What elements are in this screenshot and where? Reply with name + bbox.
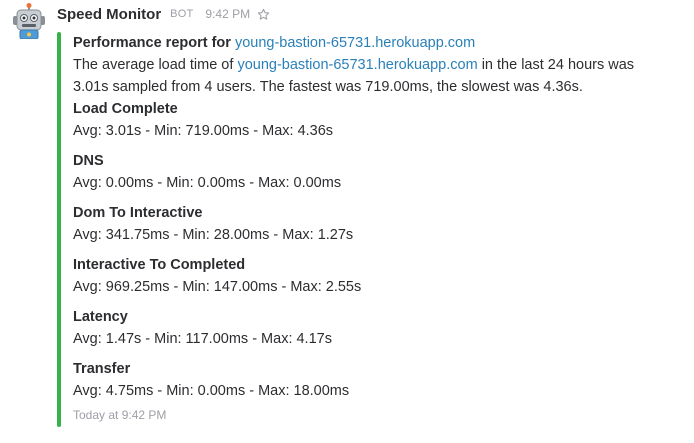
message-timestamp[interactable]: 9:42 PM xyxy=(205,7,250,21)
metric-value: Avg: 3.01s - Min: 719.00ms - Max: 4.36s xyxy=(73,123,334,139)
metric-dns: DNS Avg: 0.00ms - Min: 0.00ms - Max: 0.0… xyxy=(73,150,653,194)
attachment-footer-timestamp: Today at 9:42 PM xyxy=(73,408,167,422)
metric-name: Transfer xyxy=(73,361,131,377)
metric-value: Avg: 4.75ms - Min: 0.00ms - Max: 18.00ms xyxy=(73,383,350,399)
metric-name: Dom To Interactive xyxy=(73,205,203,221)
metric-interactive-to-completed: Interactive To Completed Avg: 969.25ms -… xyxy=(73,254,653,298)
bot-avatar[interactable] xyxy=(12,3,46,40)
metric-value: Avg: 969.25ms - Min: 147.00ms - Max: 2.5… xyxy=(73,279,362,295)
metric-value: Avg: 341.75ms - Min: 28.00ms - Max: 1.27… xyxy=(73,227,354,243)
bot-tag: BOT xyxy=(170,8,194,20)
metric-name: DNS xyxy=(73,153,104,169)
sender-name[interactable]: Speed Monitor xyxy=(57,6,161,23)
summary-prefix: The average load time of xyxy=(73,57,234,73)
attachment-content: Performance report for young-bastion-657… xyxy=(73,32,653,424)
metric-latency: Latency Avg: 1.47s - Min: 117.00ms - Max… xyxy=(73,306,653,350)
report-attachment: Performance report for young-bastion-657… xyxy=(57,32,657,427)
attachment-color-bar xyxy=(57,32,61,427)
message-header: Speed Monitor BOT 9:42 PM xyxy=(57,4,270,24)
report-title-prefix: Performance report for xyxy=(73,35,231,51)
report-summary: The average load time of young-bastion-6… xyxy=(73,54,653,98)
metric-name: Interactive To Completed xyxy=(73,257,246,273)
robot-icon xyxy=(13,3,45,40)
summary-link[interactable]: young-bastion-65731.herokuapp.com xyxy=(237,57,477,73)
report-title: Performance report for young-bastion-657… xyxy=(73,32,653,54)
star-outline-icon[interactable] xyxy=(257,8,270,21)
metric-dom-to-interactive: Dom To Interactive Avg: 341.75ms - Min: … xyxy=(73,202,653,246)
metric-name: Latency xyxy=(73,309,128,325)
report-title-link[interactable]: young-bastion-65731.herokuapp.com xyxy=(235,35,475,51)
metric-value: Avg: 0.00ms - Min: 0.00ms - Max: 0.00ms xyxy=(73,175,342,191)
metric-value: Avg: 1.47s - Min: 117.00ms - Max: 4.17s xyxy=(73,331,332,347)
metric-transfer: Transfer Avg: 4.75ms - Min: 0.00ms - Max… xyxy=(73,358,653,402)
metric-name: Load Complete xyxy=(73,101,178,117)
metric-load-complete: Load Complete Avg: 3.01s - Min: 719.00ms… xyxy=(73,98,653,142)
